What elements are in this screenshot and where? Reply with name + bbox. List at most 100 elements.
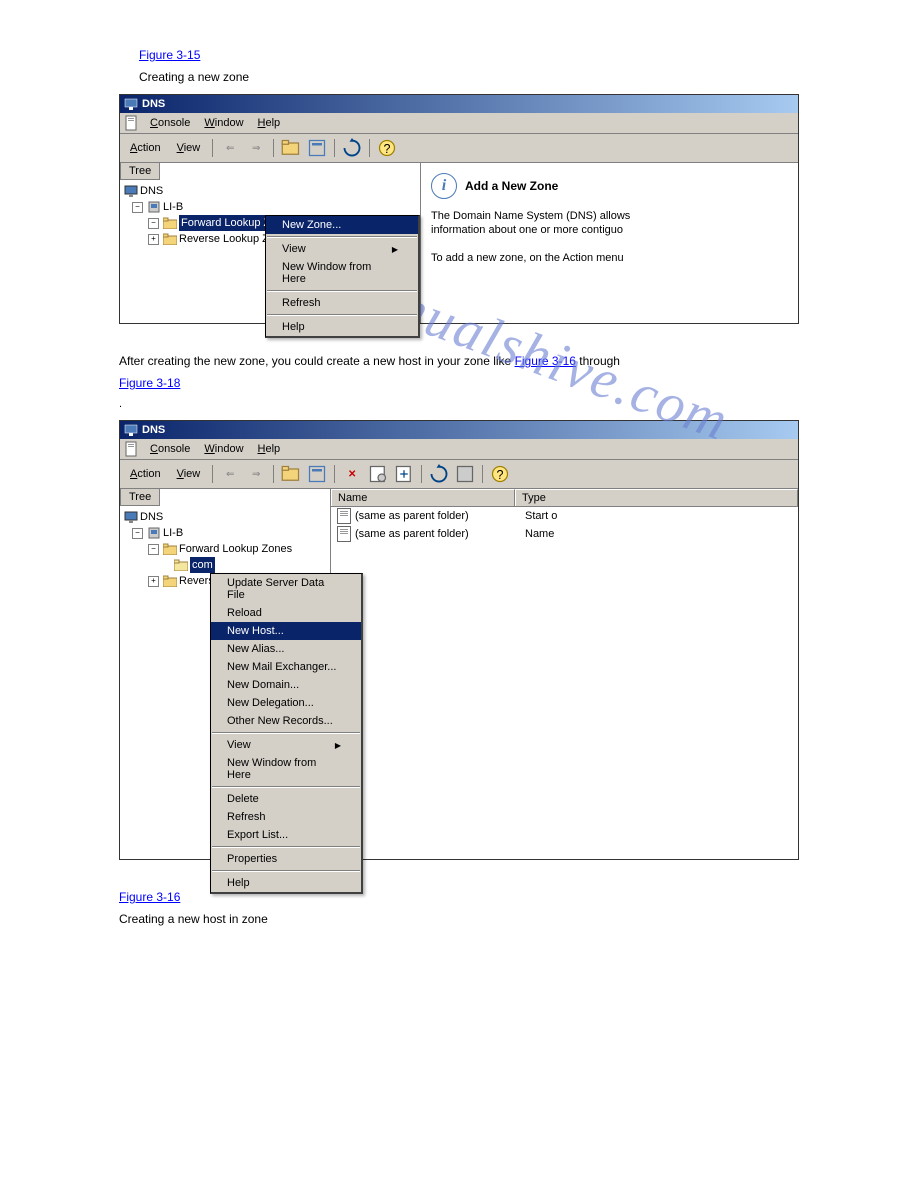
ctx-properties[interactable]: Properties: [211, 850, 361, 868]
ctx-new-window[interactable]: New Window from Here: [266, 258, 418, 288]
ctx-new-zone[interactable]: New Zone...: [266, 216, 418, 234]
list-row[interactable]: (same as parent folder) Start o: [331, 507, 798, 525]
list-row[interactable]: (same as parent folder) Name: [331, 525, 798, 543]
ctx-view[interactable]: View▶: [211, 736, 361, 754]
ctx-update-server[interactable]: Update Server Data File: [211, 574, 361, 604]
list-pane: Name Type (same as parent folder) Start …: [331, 489, 798, 859]
col-type-header[interactable]: Type: [515, 489, 798, 506]
menu-separator: [212, 786, 360, 788]
help-button[interactable]: ?: [376, 137, 398, 159]
tree-com-zone[interactable]: com: [124, 557, 326, 573]
document-icon: [124, 115, 140, 131]
expand-icon[interactable]: +: [148, 234, 159, 245]
ctx-new-mx[interactable]: New Mail Exchanger...: [211, 658, 361, 676]
ctx-view[interactable]: View▶: [266, 240, 418, 258]
document-icon: [124, 441, 140, 457]
tool-button[interactable]: [454, 463, 476, 485]
screenshot-dns-new-host: manualshive.com DNS Console Window Help …: [119, 420, 799, 860]
help-button[interactable]: ?: [489, 463, 511, 485]
toolbar-view[interactable]: View: [171, 140, 207, 156]
tree-server[interactable]: −LI-B: [124, 525, 326, 541]
toolbar-view[interactable]: View: [171, 466, 207, 482]
back-button[interactable]: ⇐: [219, 463, 241, 485]
collapse-icon[interactable]: −: [132, 202, 143, 213]
tree-root-dns[interactable]: DNS: [124, 509, 326, 525]
ctx-new-domain[interactable]: New Domain...: [211, 676, 361, 694]
delete-button[interactable]: ✕: [341, 463, 363, 485]
toolbar-separator: [273, 139, 274, 157]
ctx-other-records[interactable]: Other New Records...: [211, 712, 361, 730]
toolbar-separator: [334, 139, 335, 157]
figure-3-18-link[interactable]: Figure 3-18: [119, 376, 799, 390]
ctx-export[interactable]: Export List...: [211, 826, 361, 844]
window-title: DNS: [142, 98, 165, 110]
tree-root-dns[interactable]: DNS: [124, 183, 416, 199]
tree-tab[interactable]: Tree: [120, 163, 160, 180]
figure-3-16-link[interactable]: Figure 3-16: [515, 354, 576, 368]
tree-server[interactable]: −LI-B: [124, 199, 416, 215]
context-menu: New Zone... View▶ New Window from Here R…: [265, 215, 420, 338]
toolbar-action[interactable]: Action: [124, 466, 167, 482]
ctx-refresh[interactable]: Refresh: [211, 808, 361, 826]
instruction-text: through: [579, 354, 620, 368]
screenshot-dns-new-zone: DNS CConsoleonsole Window Help Action Vi…: [119, 94, 799, 324]
ctx-reload[interactable]: Reload: [211, 604, 361, 622]
collapse-icon[interactable]: −: [148, 544, 159, 555]
caption-text: Creating a new host in zone: [119, 912, 268, 926]
menu-help[interactable]: Help: [252, 115, 287, 131]
ctx-new-delegation[interactable]: New Delegation...: [211, 694, 361, 712]
menu-window[interactable]: Window: [198, 441, 249, 457]
menu-console[interactable]: CConsoleonsole: [144, 115, 196, 131]
collapse-icon[interactable]: −: [132, 528, 143, 539]
toolbar-separator: [273, 465, 274, 483]
forward-button[interactable]: ⇒: [245, 463, 267, 485]
toolbar-action[interactable]: Action: [124, 140, 167, 156]
back-button[interactable]: ⇐: [219, 137, 241, 159]
toolbar-separator: [212, 465, 213, 483]
expand-icon[interactable]: +: [148, 576, 159, 587]
toolbar: Action View ⇐ ⇒ ?: [120, 134, 798, 163]
context-menu: Update Server Data File Reload New Host.…: [210, 573, 363, 894]
properties-button[interactable]: [306, 463, 328, 485]
menu-help[interactable]: Help: [252, 441, 287, 457]
menu-console[interactable]: Console: [144, 441, 196, 457]
ctx-help[interactable]: Help: [211, 874, 361, 892]
refresh-button[interactable]: [341, 137, 363, 159]
instruction-text: After creating the new zone, you could c…: [119, 354, 515, 368]
menu-separator: [267, 236, 417, 238]
properties2-button[interactable]: [367, 463, 389, 485]
info-heading-text: Add a New Zone: [465, 179, 558, 193]
window-title: DNS: [142, 424, 165, 436]
record-icon: [337, 508, 351, 524]
info-icon: i: [431, 173, 457, 199]
forward-button[interactable]: ⇒: [245, 137, 267, 159]
content-pane: i Add a New Zone The Domain Name System …: [421, 163, 798, 323]
toolbar: Action View ⇐ ⇒ ✕ ?: [120, 460, 798, 489]
up-folder-button[interactable]: [280, 463, 302, 485]
ctx-refresh[interactable]: Refresh: [266, 294, 418, 312]
ctx-help[interactable]: Help: [266, 318, 418, 336]
ctx-new-window[interactable]: New Window from Here: [211, 754, 361, 784]
ctx-new-host[interactable]: New Host...: [211, 622, 361, 640]
refresh-button[interactable]: [428, 463, 450, 485]
tree-tab[interactable]: Tree: [120, 489, 160, 506]
submenu-arrow-icon: ▶: [335, 741, 341, 750]
window-titlebar[interactable]: DNS: [120, 421, 798, 439]
svg-text:?: ?: [497, 468, 504, 482]
figure-3-15-link[interactable]: Figure 3-15: [139, 48, 799, 62]
menu-separator: [212, 732, 360, 734]
svg-text:?: ?: [384, 142, 391, 156]
instruction-text: .: [119, 398, 122, 410]
col-name-header[interactable]: Name: [331, 489, 515, 506]
list-header: Name Type: [331, 489, 798, 507]
ctx-new-alias[interactable]: New Alias...: [211, 640, 361, 658]
properties-button[interactable]: [306, 137, 328, 159]
menu-window[interactable]: Window: [198, 115, 249, 131]
up-folder-button[interactable]: [280, 137, 302, 159]
export-button[interactable]: [393, 463, 415, 485]
menu-separator: [212, 870, 360, 872]
window-titlebar[interactable]: DNS: [120, 95, 798, 113]
ctx-delete[interactable]: Delete: [211, 790, 361, 808]
tree-fwd-zones[interactable]: −Forward Lookup Zones: [124, 541, 326, 557]
collapse-icon[interactable]: −: [148, 218, 159, 229]
